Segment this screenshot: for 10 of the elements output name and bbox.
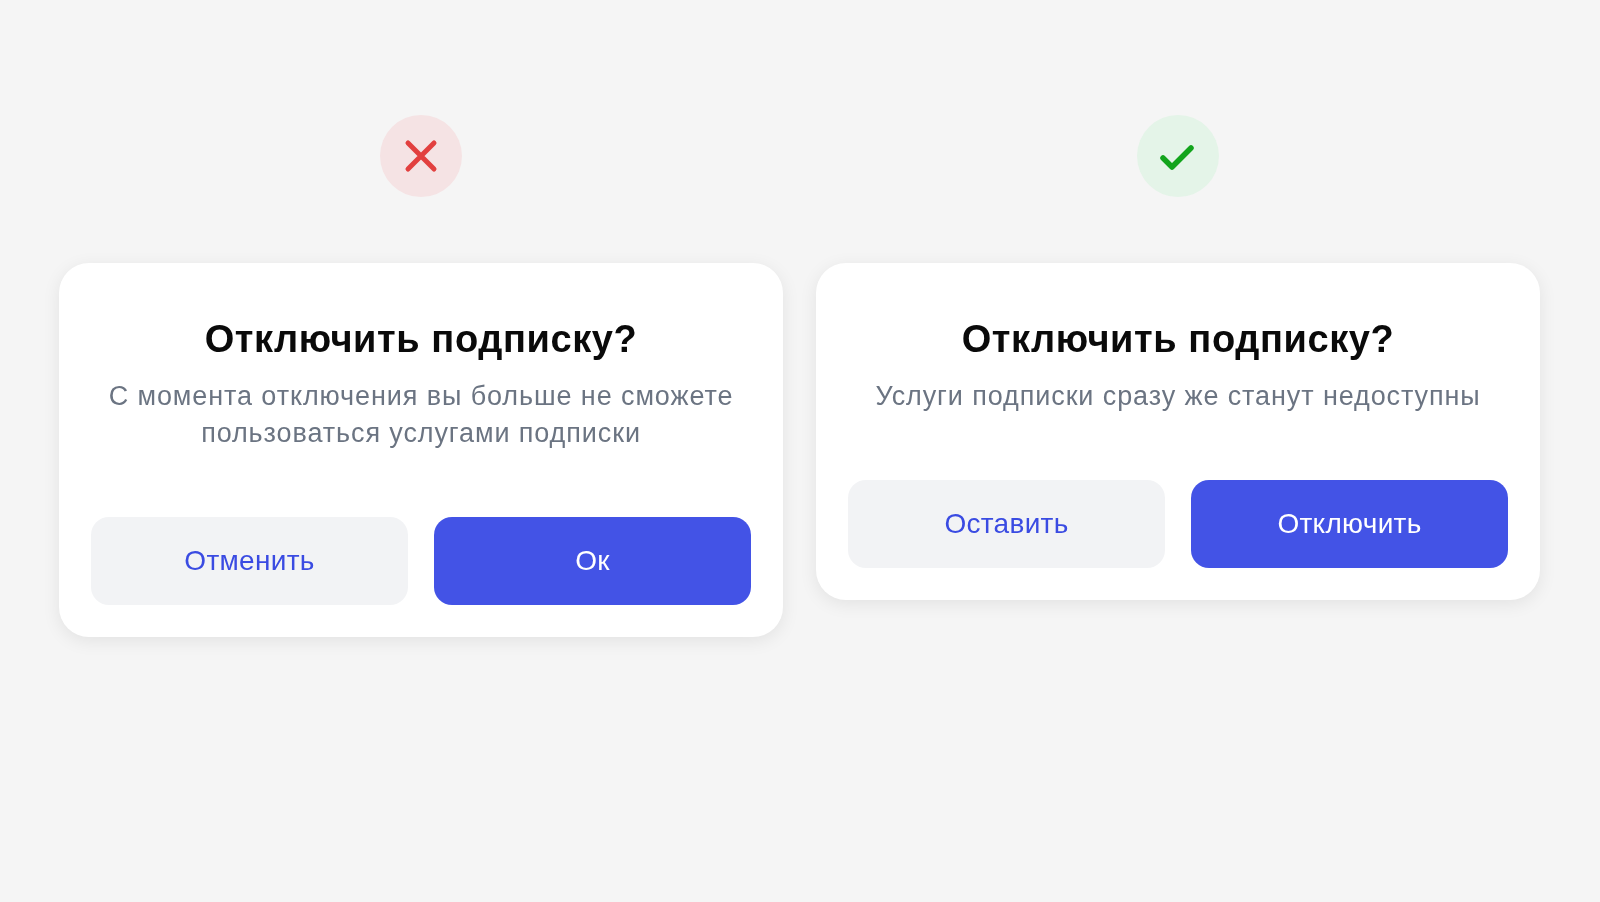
confirm-button[interactable]: Ок xyxy=(434,517,751,605)
cancel-button[interactable]: Отменить xyxy=(91,517,408,605)
dialog-title: Отключить подписку? xyxy=(961,317,1395,362)
dialog-message: Услуги подписки сразу же станут недоступны xyxy=(875,380,1481,413)
checkmark-icon xyxy=(1137,115,1219,197)
cancel-button[interactable]: Оставить xyxy=(848,480,1165,568)
dialog-message: С момента отключения вы больше не сможете пользоваться услугами подписки xyxy=(107,380,735,450)
confirm-button[interactable]: Отключить xyxy=(1191,480,1508,568)
cross-icon xyxy=(380,115,462,197)
dialog-title: Отключить подписку? xyxy=(204,317,638,362)
